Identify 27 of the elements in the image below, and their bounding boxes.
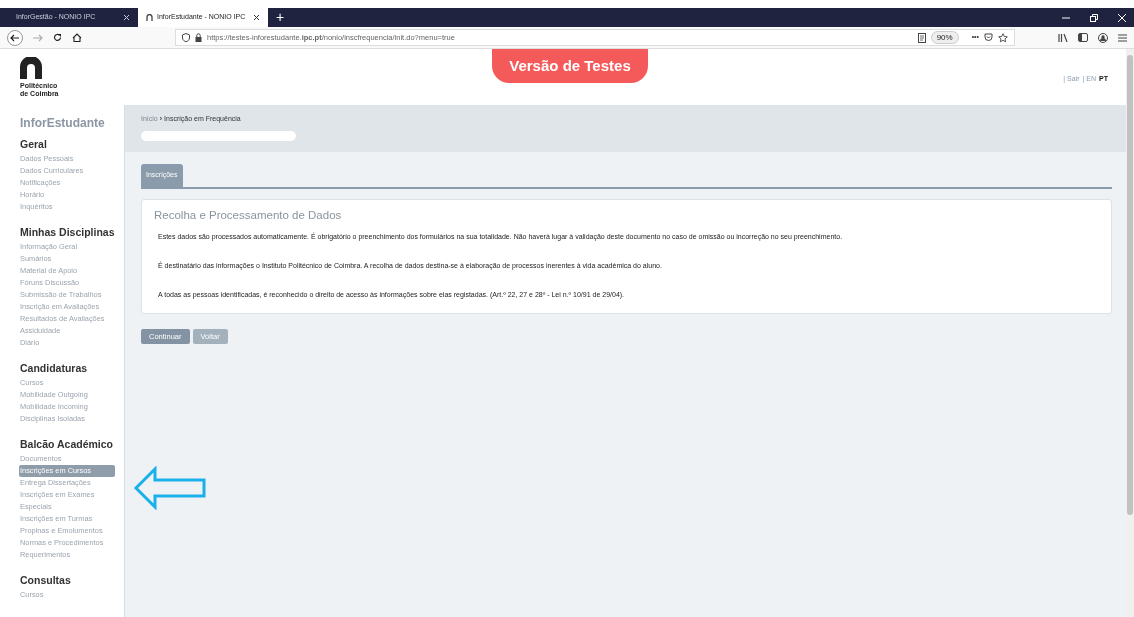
menu-icon[interactable] — [1118, 33, 1127, 42]
zoom-level-badge[interactable]: 90% — [930, 31, 959, 44]
section-heading: Consultas — [20, 573, 72, 587]
lock-icon — [195, 33, 202, 42]
arch-logo-icon — [20, 57, 42, 79]
sidebar-title: InforEstudante — [20, 115, 106, 131]
card-title: Recolha e Processamento de Dados — [154, 208, 343, 222]
account-icon[interactable] — [1098, 32, 1108, 43]
scrollbar[interactable] — [1126, 49, 1134, 617]
close-icon[interactable] — [253, 14, 260, 21]
test-version-banner: Versão de Testes — [492, 49, 648, 83]
section-heading: Geral — [20, 137, 48, 151]
section-heading: Balcão Académico — [20, 437, 114, 451]
section-heading: Minhas Disciplinas — [20, 225, 116, 239]
page-icon — [146, 13, 153, 22]
pocket-icon[interactable] — [984, 33, 993, 42]
back-icon[interactable] — [7, 29, 23, 46]
section-heading: Candidaturas — [20, 361, 89, 375]
sidebar-icon[interactable] — [1078, 33, 1088, 42]
library-icon[interactable] — [1058, 33, 1068, 42]
reload-icon[interactable] — [53, 33, 62, 42]
shield-icon — [182, 33, 190, 42]
home-icon[interactable] — [72, 33, 82, 42]
reader-view-icon[interactable] — [917, 32, 926, 43]
star-icon[interactable] — [998, 32, 1008, 43]
new-tab-button[interactable]: + — [268, 8, 293, 27]
restore-icon[interactable] — [1090, 13, 1098, 22]
